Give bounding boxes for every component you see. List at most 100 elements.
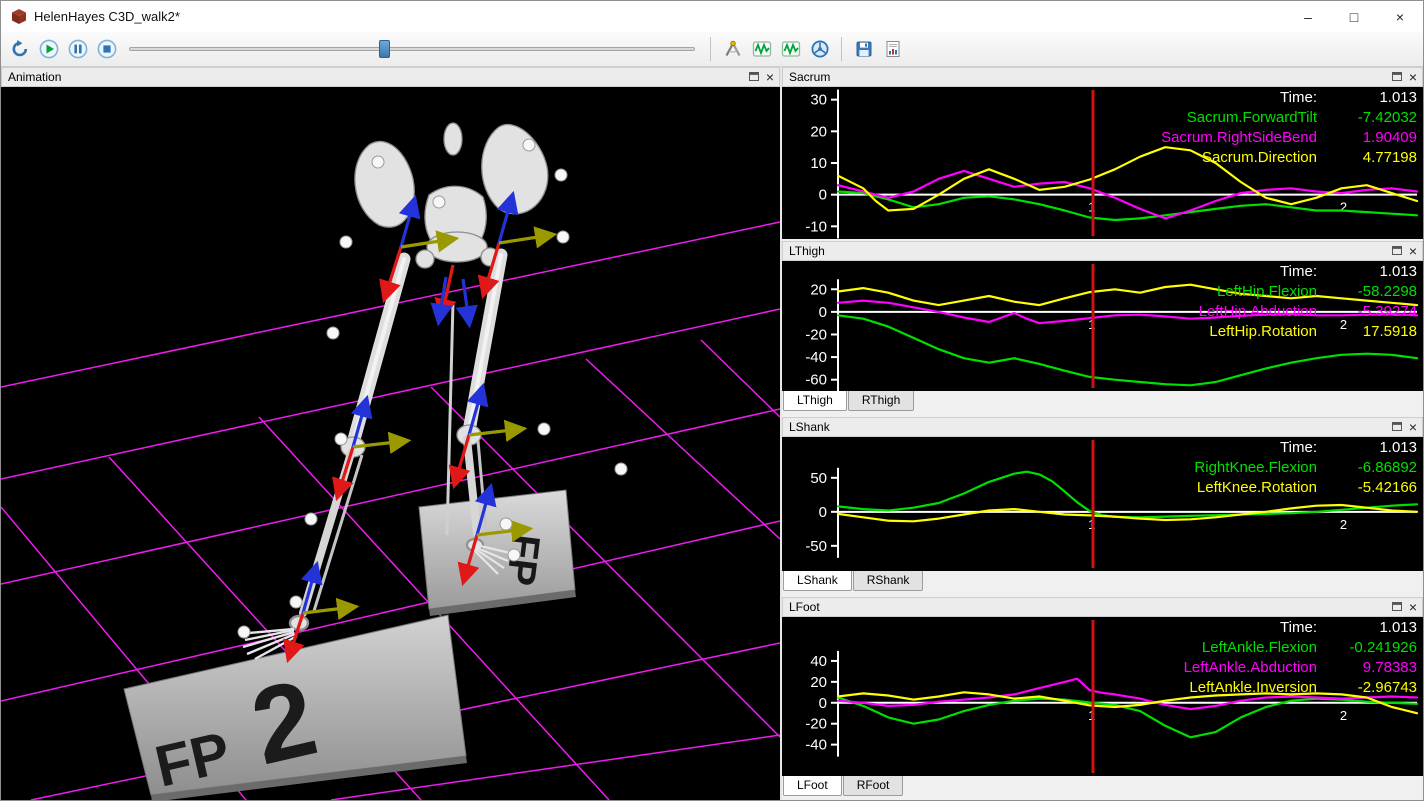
svg-text:10: 10 (810, 155, 827, 172)
svg-text:40: 40 (810, 653, 827, 670)
save-button[interactable] (850, 36, 877, 63)
time-label: Time: (1079, 262, 1317, 282)
svg-text:-20: -20 (805, 716, 827, 733)
toolbar-separator (710, 37, 711, 61)
svg-text:-50: -50 (805, 538, 827, 555)
svg-text:-60: -60 (805, 372, 827, 389)
charts-column: Sacrum × 3020100-1012 Time:1.013 Sacrum.… (782, 67, 1423, 800)
timeline-slider-handle[interactable] (379, 40, 390, 58)
lfoot-chart[interactable]: 40200-20-4012 Time:1.013 LeftAnkle.Flexi… (782, 617, 1423, 776)
svg-text:20: 20 (810, 123, 827, 140)
series-value: -0.241926 (1317, 638, 1417, 658)
series-name: LeftAnkle.Abduction (1079, 658, 1317, 678)
series-name: LeftHip.Rotation (1079, 322, 1317, 342)
sacrum-panel: Sacrum × 3020100-1012 Time:1.013 Sacrum.… (782, 67, 1423, 239)
timeline-slider[interactable] (129, 38, 695, 60)
measure-tool-button[interactable] (719, 36, 746, 63)
series-value: 17.5918 (1317, 322, 1417, 342)
series-name: LeftAnkle.Flexion (1079, 638, 1317, 658)
time-value: 1.013 (1317, 88, 1417, 108)
stop-button[interactable] (93, 36, 120, 63)
svg-text:2: 2 (1340, 517, 1347, 532)
pause-icon (68, 39, 88, 59)
lthigh-legend: Time:1.013 LeftHip.Flexion-58.2298LeftHi… (1079, 262, 1417, 342)
series-name: Sacrum.ForwardTilt (1079, 108, 1317, 128)
tab-rthigh[interactable]: RThigh (848, 391, 914, 411)
lthigh-panel: LThigh × 200-20-40-6012 Time:1.013 LeftH… (782, 241, 1423, 415)
tab-lfoot[interactable]: LFoot (783, 776, 842, 796)
svg-text:30: 30 (810, 92, 827, 109)
pause-button[interactable] (64, 36, 91, 63)
time-label: Time: (1079, 438, 1317, 458)
sacrum-legend: Time:1.013 Sacrum.ForwardTilt-7.42032Sac… (1079, 88, 1417, 168)
close-icon[interactable]: × (1409, 600, 1417, 614)
animation-panel: Animation × (1, 67, 780, 800)
close-icon[interactable]: × (766, 70, 774, 84)
timeline-slider-track[interactable] (129, 47, 695, 51)
tab-rshank[interactable]: RShank (853, 571, 924, 591)
lshank-tab-bar: LShank RShank (782, 571, 1423, 595)
svg-text:0: 0 (819, 695, 827, 712)
series-value: -58.2298 (1317, 282, 1417, 302)
tab-lshank[interactable]: LShank (783, 571, 852, 591)
tab-lthigh[interactable]: LThigh (783, 391, 847, 411)
sacrum-chart[interactable]: 3020100-1012 Time:1.013 Sacrum.ForwardTi… (782, 87, 1423, 239)
waveform-button-2[interactable] (777, 36, 804, 63)
animation-panel-titlebar[interactable]: Animation × (1, 67, 780, 87)
svg-text:50: 50 (810, 470, 827, 487)
toolbar (1, 32, 1423, 67)
close-button[interactable]: × (1377, 1, 1423, 32)
time-value: 1.013 (1317, 618, 1417, 638)
lfoot-panel: LFoot × 40200-20-4012 Time:1.013 LeftAnk… (782, 597, 1423, 800)
series-name: LeftKnee.Rotation (1079, 478, 1317, 498)
close-icon[interactable]: × (1409, 70, 1417, 84)
app-icon (10, 8, 28, 26)
series-name: Sacrum.RightSideBend (1079, 128, 1317, 148)
loop-button[interactable] (6, 36, 33, 63)
lfoot-panel-titlebar[interactable]: LFoot × (782, 597, 1423, 617)
model-button[interactable] (806, 36, 833, 63)
animation-panel-title: Animation (8, 70, 61, 84)
float-icon[interactable] (1392, 242, 1402, 260)
close-icon[interactable]: × (1409, 420, 1417, 434)
series-value: -2.96743 (1317, 678, 1417, 698)
svg-text:20: 20 (810, 674, 827, 691)
series-name: Sacrum.Direction (1079, 148, 1317, 168)
report-button[interactable] (879, 36, 906, 63)
float-icon[interactable] (1392, 68, 1402, 86)
maximize-button[interactable]: □ (1331, 1, 1377, 32)
lthigh-panel-titlebar[interactable]: LThigh × (782, 241, 1423, 261)
toolbar-separator (841, 37, 842, 61)
float-icon[interactable] (1392, 418, 1402, 436)
lthigh-chart[interactable]: 200-20-40-6012 Time:1.013 LeftHip.Flexio… (782, 261, 1423, 391)
titlebar[interactable]: HelenHayes C3D_walk2* – □ × (1, 1, 1423, 32)
svg-text:2: 2 (1340, 200, 1347, 215)
svg-text:0: 0 (819, 187, 827, 204)
time-label: Time: (1079, 88, 1317, 108)
lshank-chart[interactable]: 500-5012 Time:1.013 RightKnee.Flexion-6.… (782, 437, 1423, 571)
play-button[interactable] (35, 36, 62, 63)
window-title: HelenHayes C3D_walk2* (34, 9, 180, 24)
lthigh-tab-bar: LThigh RThigh (782, 391, 1423, 415)
animation-viewport[interactable]: FP FP 2 (1, 87, 780, 800)
series-name: RightKnee.Flexion (1079, 458, 1317, 478)
tab-rfoot[interactable]: RFoot (843, 776, 904, 796)
waveform-icon (781, 39, 801, 59)
float-icon[interactable] (1392, 598, 1402, 616)
svg-text:0: 0 (819, 504, 827, 521)
sacrum-panel-titlebar[interactable]: Sacrum × (782, 67, 1423, 87)
lthigh-panel-title: LThigh (789, 244, 825, 258)
float-icon[interactable] (749, 68, 759, 86)
loop-icon (10, 39, 30, 59)
close-icon[interactable]: × (1409, 244, 1417, 258)
waveform-button-1[interactable] (748, 36, 775, 63)
minimize-button[interactable]: – (1285, 1, 1331, 32)
app-window: HelenHayes C3D_walk2* – □ × (0, 0, 1424, 801)
svg-text:-10: -10 (805, 218, 827, 235)
series-value: -6.86892 (1317, 458, 1417, 478)
lshank-panel-title: LShank (789, 420, 830, 434)
report-icon (883, 39, 903, 59)
svg-text:0: 0 (819, 304, 827, 321)
lshank-panel-titlebar[interactable]: LShank × (782, 417, 1423, 437)
waveform-icon (752, 39, 772, 59)
